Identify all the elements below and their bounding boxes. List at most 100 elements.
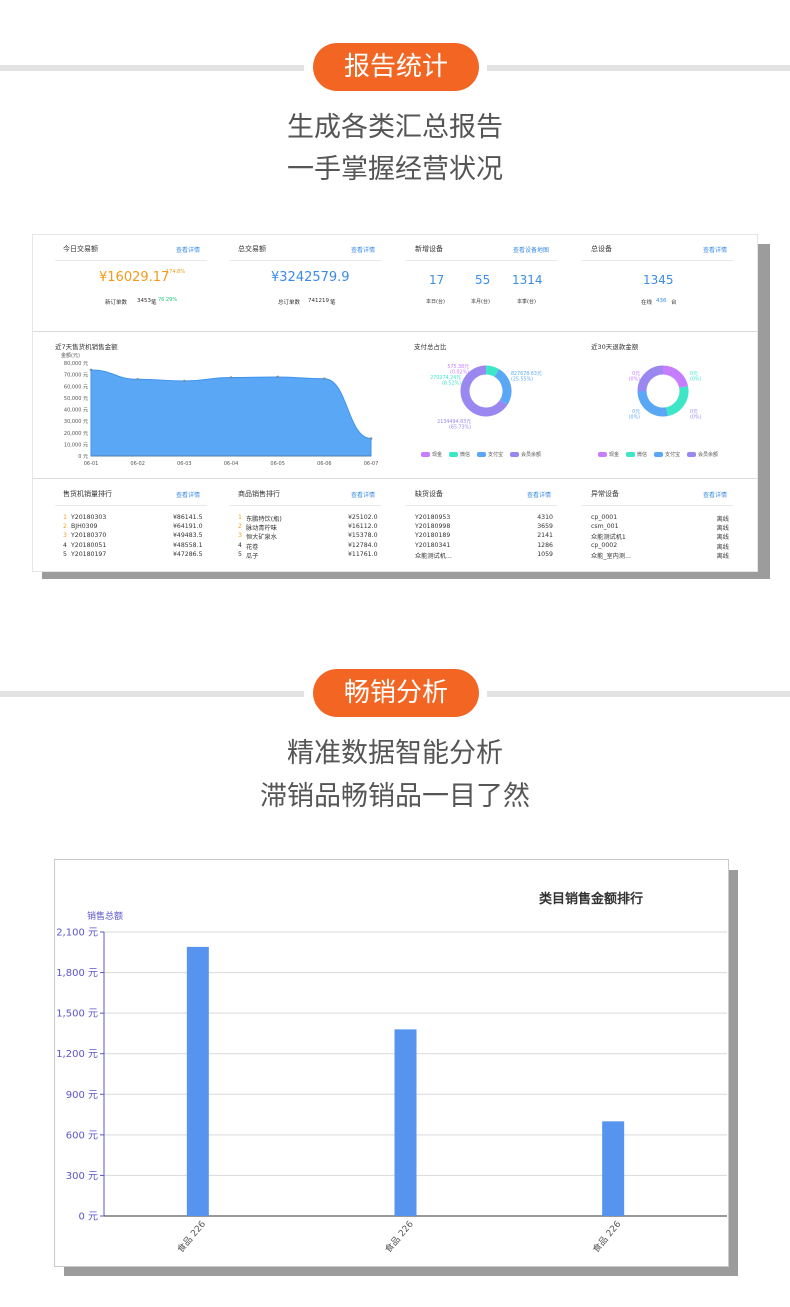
abnormal-title: 异常设备 (591, 490, 619, 498)
divider (33, 478, 757, 479)
donut-slice (637, 390, 668, 417)
donut-slice (637, 365, 664, 392)
legend-item[interactable]: 微信 (449, 451, 470, 458)
device-map-link[interactable]: 查看设备地图 (513, 245, 549, 254)
rank-name: 脉动青柠味 (246, 525, 277, 533)
x-tick-label: 06-01 (84, 461, 99, 467)
legend-swatch (654, 452, 664, 457)
bar[interactable] (394, 1029, 417, 1216)
y-tick-label: 1,200 元 (56, 1049, 98, 1060)
divider-line (0, 65, 304, 71)
device-name[interactable]: Y20180998 (415, 523, 450, 530)
pay-share-title: 支付总占比 (414, 343, 447, 351)
view-details-link[interactable]: 查看详情 (703, 490, 727, 499)
divider (406, 505, 558, 506)
divider-line (0, 691, 304, 697)
rank-name: BJH0309 (71, 523, 98, 531)
legend-item[interactable]: 会员余额 (510, 451, 541, 458)
legend-item[interactable]: 微信 (626, 451, 647, 458)
donut-slice (662, 365, 689, 389)
device-value: 1286 (537, 541, 553, 549)
section-badge: 报告统计 (313, 43, 479, 91)
rank-number: 4 (63, 541, 67, 549)
y-tick-label: 60,000 元 (64, 384, 88, 390)
y-tick-label: 50,000 元 (64, 396, 88, 402)
slice-label: (0%) (629, 415, 640, 421)
data-point (89, 368, 93, 372)
slice-label: (8.52%) (442, 381, 461, 387)
card-title: 总交易额 (238, 245, 266, 253)
view-details-link[interactable]: 查看详情 (351, 245, 375, 254)
view-details-link[interactable]: 查看详情 (176, 490, 200, 499)
slice-label: 0元 (690, 409, 698, 415)
today-amount: ¥16029.17 (99, 270, 170, 285)
data-point (183, 379, 186, 383)
view-details-link[interactable]: 查看详情 (527, 490, 551, 499)
y-tick-label: 1,800 元 (56, 968, 98, 979)
legend-item[interactable]: 支付宝 (477, 451, 503, 458)
legend-swatch (421, 452, 430, 457)
device-name[interactable]: Y20180189 (415, 532, 450, 539)
divider (582, 505, 734, 506)
unit: 笔 (330, 300, 336, 306)
total-orders-label: 总订单数 (278, 300, 301, 306)
bar[interactable] (186, 946, 209, 1216)
bar-chart-panel: 类目销售金额排行 销售总额 0 元 300 元 600 元 900 元 1,200 元1… (54, 859, 729, 1267)
sales-chart-title: 近7天售货机销售金额 (55, 343, 118, 351)
unit: 台 (671, 300, 677, 306)
divider-line (487, 65, 790, 71)
device-name[interactable]: Y20180341 (415, 542, 450, 549)
new-today-label: 本日(台) (426, 299, 445, 305)
refund-donut: 0元(0%)0元(0%)0元(0%)0元(0%) (629, 365, 701, 421)
x-tick-label: 06-05 (270, 461, 285, 467)
orders-growth: 76.29% (158, 297, 178, 303)
legend-swatch (449, 452, 459, 457)
new-orders-label: 新订单数 (105, 300, 128, 306)
new-month-value: 55 (475, 273, 491, 287)
device-name[interactable]: 众能测试机1 (591, 532, 626, 541)
legend-item[interactable]: 支付宝 (654, 451, 680, 458)
x-tick-label: 06-06 (317, 461, 332, 467)
new-quarter-label: 本季(台) (517, 299, 536, 305)
legend-item[interactable]: 现金 (421, 451, 442, 458)
y-tick-label: 10,000 元 (64, 442, 88, 448)
rank-value: ¥11761.0 (348, 550, 378, 558)
device-name[interactable]: 众能_室内测... (591, 551, 631, 560)
donut-slice (485, 365, 500, 377)
slice-label: 827678.63元 (511, 371, 542, 377)
legend-label: 支付宝 (488, 452, 504, 458)
slice-label: (0.02%) (450, 370, 469, 376)
total-amount: ¥3242579.9 (271, 270, 350, 285)
device-name[interactable]: 众能测试机... (415, 551, 452, 560)
device-name[interactable]: Y20180953 (415, 514, 450, 521)
sales-area (90, 369, 372, 457)
pay-legend: 现金 微信 支付宝 会员余额 (421, 441, 561, 458)
data-point (229, 376, 233, 379)
slice-label: (0%) (690, 377, 701, 383)
device-value: 离线 (716, 543, 729, 551)
view-details-link[interactable]: 查看详情 (351, 490, 375, 499)
divider (55, 505, 207, 506)
rank-value: ¥47286.5 (173, 550, 203, 558)
card-title: 新增设备 (415, 245, 443, 253)
bar[interactable] (602, 1121, 625, 1216)
rank-name: Y20180051 (71, 541, 107, 549)
slice-label: 270274.24元 (430, 375, 461, 381)
view-details-link[interactable]: 查看详情 (176, 245, 200, 254)
legend-item[interactable]: 现金 (598, 451, 619, 458)
device-name[interactable]: csm_001 (591, 523, 619, 530)
y-tick-label: 0 元 (78, 1212, 98, 1223)
legend-label: 微信 (460, 452, 471, 458)
section-tagline: 一手掌握经营状况 (287, 154, 503, 185)
new-month-label: 本月(台) (471, 299, 490, 305)
slice-label: 0元 (632, 409, 640, 415)
divider (33, 331, 757, 332)
device-name[interactable]: cp_0001 (591, 514, 617, 521)
device-value: 1059 (537, 550, 553, 558)
rank-name: 瓜子 (246, 552, 259, 560)
device-name[interactable]: cp_0002 (591, 542, 617, 549)
legend-item[interactable]: 会员余额 (687, 451, 718, 458)
view-details-link[interactable]: 查看详情 (703, 245, 727, 254)
section-badge: 畅销分析 (313, 669, 479, 717)
data-point (369, 437, 373, 440)
